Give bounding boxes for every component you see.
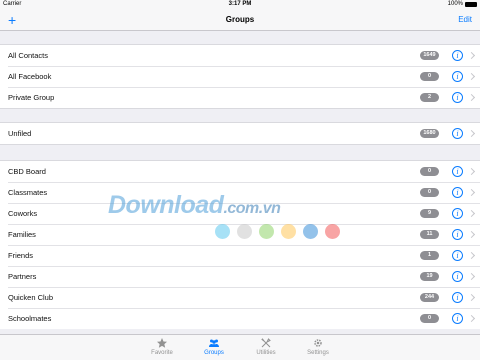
battery-percent: 100%: [447, 1, 463, 7]
info-icon[interactable]: i: [452, 92, 463, 103]
status-bar: Carrier 3:17 PM 100%: [0, 0, 480, 10]
chevron-right-icon: [467, 72, 476, 81]
group-row-partners[interactable]: Partners 19 i: [0, 266, 480, 287]
contact-count-badge: 1680: [420, 129, 439, 138]
contact-count-badge: 9: [420, 209, 439, 218]
info-icon[interactable]: i: [452, 250, 463, 261]
group-row-cbd-board[interactable]: CBD Board 0 i: [0, 161, 480, 182]
group-name: Quicken Club: [8, 293, 54, 302]
group-name: All Facebook: [8, 72, 52, 81]
watermark-dot: [325, 224, 340, 239]
chevron-right-icon: [467, 93, 476, 102]
group-row-unfiled[interactable]: Unfiled 1680 i: [0, 123, 480, 144]
contact-count-badge: 11: [420, 230, 439, 239]
tab-utilities[interactable]: Utilities: [246, 337, 286, 356]
group-name: Partners: [8, 272, 37, 281]
tab-settings[interactable]: Settings: [298, 337, 338, 356]
group-row-all-facebook[interactable]: All Facebook 0 i: [0, 66, 480, 87]
group-row-quicken-club[interactable]: Quicken Club 244 i: [0, 287, 480, 308]
group-row-friends[interactable]: Friends 1 i: [0, 245, 480, 266]
tab-favorite[interactable]: Favorite: [142, 337, 182, 356]
info-icon[interactable]: i: [452, 271, 463, 282]
battery-icon: [465, 1, 477, 7]
edit-button[interactable]: Edit: [458, 10, 472, 30]
page-title: Groups: [225, 15, 255, 24]
watermark-suffix: .com.vn: [223, 200, 281, 217]
contact-count-badge: 1: [420, 251, 439, 260]
contact-count-badge: 0: [420, 72, 439, 81]
group-row-private-group[interactable]: Private Group 2 i: [0, 87, 480, 108]
group-name: Unfiled: [8, 129, 32, 138]
groups-section-builtin: All Contacts 1649 i All Facebook 0 i Pri…: [0, 44, 480, 109]
watermark-text: Download: [108, 191, 224, 219]
gear-icon: [314, 339, 322, 347]
group-name: Classmates: [8, 188, 48, 197]
battery-indicator: 100%: [448, 1, 477, 7]
watermark-dot: [303, 224, 318, 239]
chevron-right-icon: [467, 230, 476, 239]
contact-count-badge: 19: [420, 272, 439, 281]
group-name: Private Group: [8, 93, 55, 102]
group-name: Coworks: [8, 209, 38, 218]
info-icon[interactable]: i: [452, 229, 463, 240]
info-icon[interactable]: i: [452, 71, 463, 82]
watermark-dot: [215, 224, 230, 239]
watermark-dot: [237, 224, 252, 239]
info-icon[interactable]: i: [452, 50, 463, 61]
chevron-right-icon: [467, 129, 476, 138]
contact-count-badge: 2: [420, 93, 439, 102]
group-name: CBD Board: [8, 167, 46, 176]
info-icon[interactable]: i: [452, 128, 463, 139]
star-icon: [157, 338, 167, 348]
chevron-right-icon: [467, 188, 476, 197]
info-icon[interactable]: i: [452, 313, 463, 324]
contact-count-badge: 0: [420, 188, 439, 197]
info-icon[interactable]: i: [452, 208, 463, 219]
watermark-dots: [215, 224, 340, 239]
contact-count-badge: 0: [420, 314, 439, 323]
group-name: Families: [8, 230, 36, 239]
navigation-bar: + Groups Edit: [0, 10, 480, 31]
info-icon[interactable]: i: [452, 292, 463, 303]
group-row-schoolmates[interactable]: Schoolmates 0 i: [0, 308, 480, 329]
groups-section-unfiled: Unfiled 1680 i: [0, 122, 480, 145]
tab-groups[interactable]: Groups: [194, 337, 234, 356]
chevron-right-icon: [467, 272, 476, 281]
group-name: Friends: [8, 251, 34, 260]
watermark-dot: [281, 224, 296, 239]
chevron-right-icon: [467, 209, 476, 218]
people-icon: [209, 339, 219, 347]
tools-icon: [261, 338, 271, 348]
contact-count-badge: 1649: [420, 51, 439, 60]
contact-count-badge: 0: [420, 167, 439, 176]
chevron-right-icon: [467, 293, 476, 302]
tab-label: Groups: [204, 350, 224, 356]
chevron-right-icon: [467, 314, 476, 323]
clock: 3:17 PM: [228, 1, 252, 7]
tab-label: Favorite: [151, 350, 173, 356]
groups-section-custom: CBD Board 0 i Classmates 0 i Coworks 9 i…: [0, 160, 480, 329]
watermark-dot: [259, 224, 274, 239]
chevron-right-icon: [467, 51, 476, 60]
chevron-right-icon: [467, 167, 476, 176]
group-row-all-contacts[interactable]: All Contacts 1649 i: [0, 45, 480, 66]
tab-bar: Favorite Groups Utilities Settings: [0, 334, 480, 360]
watermark: Download.com.vn: [108, 191, 281, 220]
group-name: Schoolmates: [8, 314, 52, 323]
group-name: All Contacts: [8, 51, 49, 60]
contact-count-badge: 244: [420, 293, 439, 302]
info-icon[interactable]: i: [452, 166, 463, 177]
tab-label: Settings: [307, 350, 329, 356]
info-icon[interactable]: i: [452, 187, 463, 198]
chevron-right-icon: [467, 251, 476, 260]
tab-label: Utilities: [256, 350, 276, 356]
